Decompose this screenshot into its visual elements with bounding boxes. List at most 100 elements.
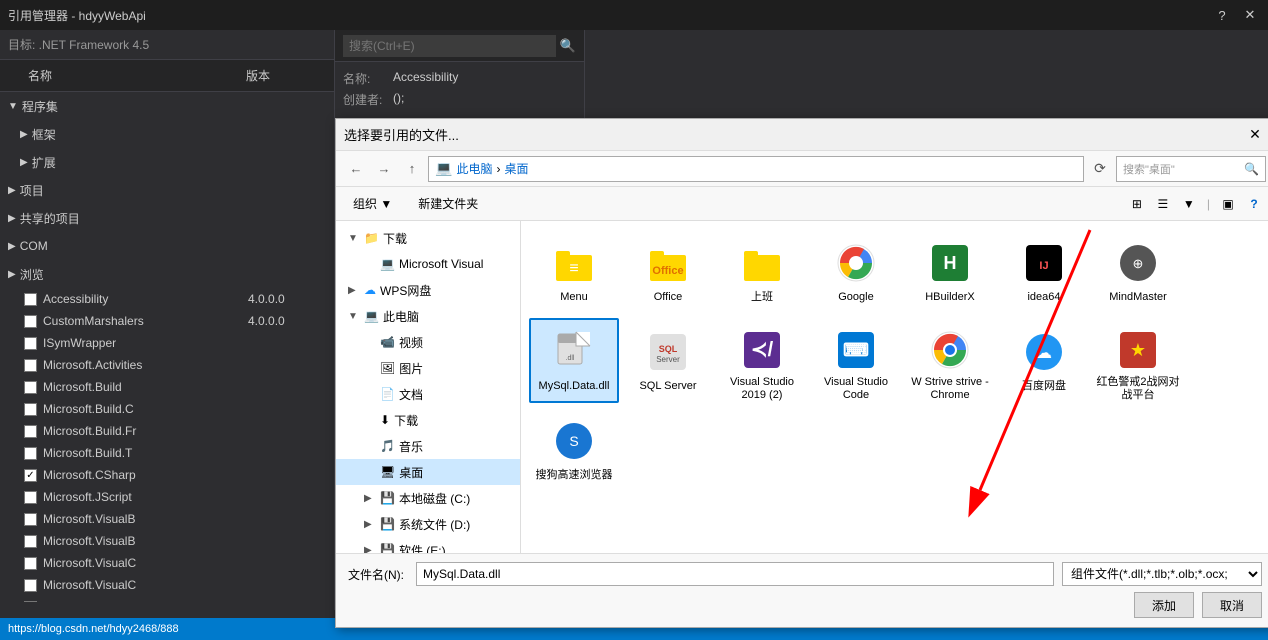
nav-item-ms-visual[interactable]: 💻 Microsoft Visual [336,251,520,277]
breadcrumb-desktop[interactable]: 桌面 [504,160,528,177]
up-btn[interactable]: ↑ [400,157,424,181]
dialog-close-btn[interactable]: ✕ [1244,124,1266,146]
section-browse-header[interactable]: ▶ 浏览 [0,260,334,288]
nav-item-desktop[interactable]: 🖥 桌面 [336,459,520,485]
item-checkbox[interactable] [24,315,37,328]
file-item-mindmaster[interactable]: ⊕ MindMaster [1093,229,1183,314]
nav-label: 软件 (E:) [399,542,446,554]
vs-title: 引用管理器 - hdyyWebApi [8,7,146,24]
expand-icon: ▼ [348,311,360,322]
item-checkbox[interactable] [24,535,37,548]
file-item-chrome[interactable]: W Strive strive - Chrome [905,318,995,403]
item-checkbox[interactable] [24,491,37,504]
file-item-sqlserver[interactable]: SQL Server SQL Server [623,318,713,403]
list-item[interactable]: Microsoft.VisualB [0,530,334,552]
back-btn[interactable]: ← [344,157,368,181]
file-item-sougou[interactable]: S 搜狗高速浏览器 [529,407,619,492]
file-item-idea[interactable]: IJ idea64 [999,229,1089,314]
add-btn[interactable]: 添加 [1134,592,1194,618]
view-btn-grid[interactable]: ⊞ [1125,192,1149,216]
section-com-header[interactable]: ▶ COM [0,232,334,260]
item-checkbox[interactable] [24,557,37,570]
item-checkbox[interactable] [24,403,37,416]
item-checkbox[interactable] [24,579,37,592]
list-item[interactable]: Accessibility 4.0.0.0 [0,288,334,310]
list-item[interactable]: Microsoft.JScript [0,486,334,508]
section-projects-header[interactable]: ▶ 项目 [0,176,334,204]
item-checkbox[interactable] [24,513,37,526]
view-btn-panel[interactable]: ▣ [1216,192,1240,216]
file-item-vs2019[interactable]: ≺/ Visual Studio 2019 (2) [717,318,807,403]
list-item[interactable]: mscorlib [0,596,334,602]
nav-item-e[interactable]: ▶ 💾 软件 (E:) [336,537,520,553]
cancel-btn[interactable]: 取消 [1202,592,1262,618]
item-checkbox[interactable] [24,601,37,603]
nav-item-music[interactable]: 🎵 音乐 [336,433,520,459]
item-checkbox[interactable] [24,469,37,482]
file-item-vscode[interactable]: ⌨ Visual Studio Code [811,318,901,403]
nav-item-wps[interactable]: ▶ ☁ WPS网盘 [336,277,520,303]
list-item[interactable]: Microsoft.Build.Fr [0,420,334,442]
list-item[interactable]: Microsoft.VisualC [0,574,334,596]
svg-text:≡: ≡ [569,260,578,277]
item-checkbox[interactable] [24,359,37,372]
new-folder-btn[interactable]: 新建文件夹 [409,192,487,216]
item-checkbox[interactable] [24,293,37,306]
file-item-game[interactable]: ★ 红色警戒2战网对战平台 [1093,318,1183,403]
shared-label: 共享的项目 [20,210,80,227]
list-item[interactable]: Microsoft.VisualC [0,552,334,574]
help-btn-dialog[interactable]: ? [1242,192,1266,216]
close-btn[interactable]: ✕ [1240,5,1260,25]
file-item-google[interactable]: Google [811,229,901,314]
section-assemblies-header[interactable]: ▼ 程序集 [0,92,334,120]
filename-label: 文件名(N): [348,566,408,583]
file-item-baidu[interactable]: ☁ 百度网盘 [999,318,1089,403]
organize-btn[interactable]: 组织 ▼ [344,192,401,216]
file-item-mysql-dll[interactable]: .dll MySql.Data.dll [529,318,619,403]
file-item-menu[interactable]: ≡ Menu [529,229,619,314]
section-extension-header[interactable]: ▶ 扩展 [0,148,334,176]
search-input[interactable] [343,35,556,57]
nav-item-video[interactable]: 📹 视频 [336,329,520,355]
list-item[interactable]: ISymWrapper [0,332,334,354]
list-item[interactable]: Microsoft.Activities [0,354,334,376]
item-checkbox[interactable] [24,337,37,350]
nav-item-this-pc[interactable]: ▼ 💻 此电脑 [336,303,520,329]
list-item[interactable]: Microsoft.CSharp [0,464,334,486]
view-btn-list[interactable]: ☰ [1151,192,1175,216]
section-framework-header[interactable]: ▶ 框架 [0,120,334,148]
item-checkbox[interactable] [24,447,37,460]
file-item-work[interactable]: 上班 [717,229,807,314]
file-name: idea64 [1027,291,1060,304]
ref-list: ▼ 程序集 ▶ 框架 ▶ 扩展 ▶ 项目 ▶ 共享的项目 [0,92,334,602]
filename-input[interactable] [416,562,1054,586]
section-shared-header[interactable]: ▶ 共享的项目 [0,204,334,232]
item-checkbox[interactable] [24,381,37,394]
list-item[interactable]: Microsoft.Build [0,376,334,398]
list-item[interactable]: Microsoft.Build.C [0,398,334,420]
help-btn[interactable]: ? [1212,5,1232,25]
extension-arrow: ▶ [20,157,28,168]
nav-item-c[interactable]: ▶ 💾 本地磁盘 (C:) [336,485,520,511]
nav-item-dl[interactable]: ⬇ 下载 [336,407,520,433]
refresh-btn[interactable]: ⟳ [1088,157,1112,181]
list-item[interactable]: CustomMarshalers 4.0.0.0 [0,310,334,332]
dialog-body: ▼ 📁 下载 💻 Microsoft Visual ▶ ☁ WPS网盘 ▼ 💻 … [336,221,1268,553]
filename-row: 文件名(N): 组件文件(*.dll;*.tlb;*.olb;*.ocx; [348,562,1262,586]
list-item[interactable]: Microsoft.Build.T [0,442,334,464]
list-item[interactable]: Microsoft.VisualB [0,508,334,530]
nav-item-docs[interactable]: 📄 文档 [336,381,520,407]
nav-item-d[interactable]: ▶ 💾 系统文件 (D:) [336,511,520,537]
ref-toolbar: 目标: .NET Framework 4.5 [0,30,334,60]
nav-item-pictures[interactable]: 🖼 图片 [336,355,520,381]
file-item-office[interactable]: Office Office [623,229,713,314]
file-item-hbuilder[interactable]: H HBuilderX [905,229,995,314]
google-icon [832,239,880,287]
item-name: Microsoft.CSharp [43,468,318,482]
view-btn-down[interactable]: ▼ [1177,192,1201,216]
item-checkbox[interactable] [24,425,37,438]
breadcrumb-this-pc[interactable]: 此电脑 [456,160,492,177]
nav-item-downloads[interactable]: ▼ 📁 下载 [336,225,520,251]
forward-btn[interactable]: → [372,157,396,181]
filetype-select[interactable]: 组件文件(*.dll;*.tlb;*.olb;*.ocx; [1062,562,1262,586]
